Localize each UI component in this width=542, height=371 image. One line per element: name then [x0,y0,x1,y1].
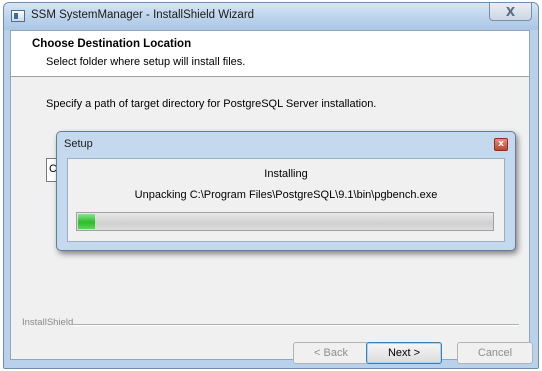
installshield-brand: InstallShield [22,317,74,328]
footer-divider [73,324,519,326]
page-title: Choose Destination Location [32,38,192,50]
next-button[interactable]: Next > [366,342,442,364]
close-icon: X [505,4,516,19]
title-bar[interactable]: SSM SystemManager - InstallShield Wizard… [4,3,538,30]
close-icon: x [498,139,504,149]
dialog-title: Setup [64,138,93,150]
window-title: SSM SystemManager - InstallShield Wizard [31,9,255,21]
page-subtitle: Select folder where setup will install f… [46,56,246,68]
progress-fill [78,214,95,229]
dialog-close-button[interactable]: x [494,138,508,151]
setup-progress-dialog: Setup x Installing Unpacking C:\Program … [56,131,516,251]
installer-window: SSM SystemManager - InstallShield Wizard… [3,2,539,369]
cancel-button[interactable]: Cancel [457,342,533,364]
progress-bar [76,212,494,231]
instruction-text: Specify a path of target directory for P… [46,98,377,110]
install-status: Installing [264,168,308,180]
install-detail: Unpacking C:\Program Files\PostgreSQL\9.… [134,189,438,201]
app-icon [11,10,25,22]
close-button[interactable]: X [489,3,532,21]
back-button[interactable]: < Back [293,342,369,364]
dialog-body: Installing Unpacking C:\Program Files\Po… [67,158,505,242]
wizard-header: Choose Destination Location Select folde… [11,31,529,77]
